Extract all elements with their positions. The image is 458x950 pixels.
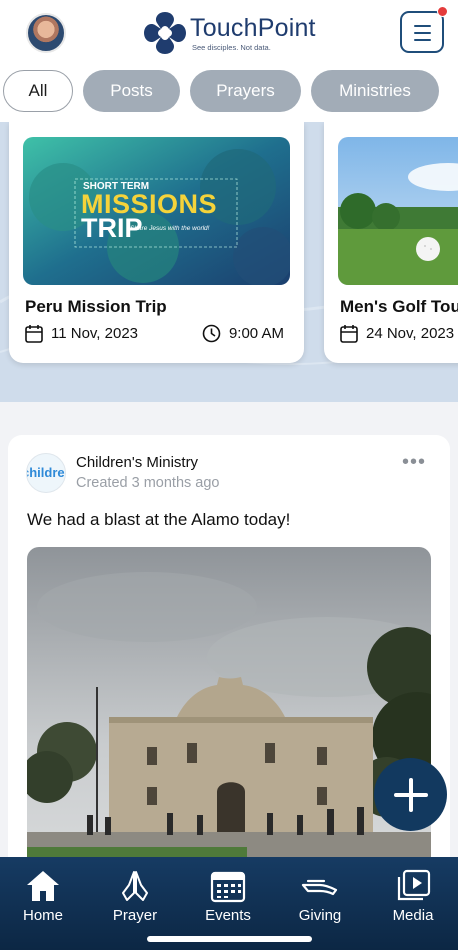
notification-dot: [437, 6, 448, 17]
brand-name: TouchPoint: [190, 14, 316, 42]
post-text: We had a blast at the Alamo today!: [27, 510, 291, 529]
tab-all-label: All: [28, 81, 48, 100]
event-banner-image: SHORT TERM MISSIONS TRIP Share Jesus wit…: [23, 137, 290, 285]
event-card[interactable]: Men's Golf Tou 24 Nov, 2023: [324, 122, 458, 363]
nav-media-label: Media: [392, 907, 434, 924]
nav-events[interactable]: Events: [183, 869, 273, 924]
media-play-icon: [397, 869, 431, 901]
app-header: TouchPoint See disciples. Not data.: [0, 0, 458, 66]
event-title: Peru Mission Trip: [25, 297, 167, 316]
event-card[interactable]: SHORT TERM MISSIONS TRIP Share Jesus wit…: [9, 122, 304, 363]
event-time-text: 9:00 AM: [228, 325, 284, 342]
calendar-icon: [340, 325, 358, 343]
event-title: Men's Golf Tou: [340, 297, 458, 316]
event-banner-image: [338, 137, 458, 285]
menu-line-icon: [414, 25, 431, 27]
tab-all[interactable]: All: [3, 70, 73, 112]
event-date-text: 11 Nov, 2023: [51, 325, 139, 342]
tab-posts[interactable]: Posts: [83, 70, 180, 112]
nav-prayer-label: Prayer: [112, 907, 158, 924]
post-photo[interactable]: [27, 547, 431, 875]
event-date: 24 Nov, 2023: [340, 324, 454, 343]
home-indicator: [147, 936, 312, 942]
tab-ministries-label: Ministries: [339, 81, 411, 100]
nav-home[interactable]: Home: [0, 869, 88, 924]
calendar-icon: [25, 325, 43, 343]
user-avatar[interactable]: [26, 13, 66, 53]
ministry-name[interactable]: Children's Ministry: [76, 454, 198, 471]
tab-prayers-label: Prayers: [216, 81, 275, 100]
event-time: 9:00 AM: [202, 324, 284, 343]
menu-line-icon: [414, 32, 431, 34]
plus-icon: [393, 777, 428, 812]
nav-events-label: Events: [205, 907, 251, 924]
home-icon: [27, 871, 59, 901]
event-date-text: 24 Nov, 2023: [366, 325, 455, 342]
touchpoint-logo: TouchPoint See disciples. Not data.: [142, 10, 322, 56]
nav-giving-label: Giving: [298, 907, 342, 924]
brand-tagline: See disciples. Not data.: [192, 43, 271, 52]
create-post-button[interactable]: [374, 758, 447, 831]
menu-line-icon: [414, 39, 431, 41]
events-carousel[interactable]: SHORT TERM MISSIONS TRIP Share Jesus wit…: [0, 122, 458, 402]
touchpoint-logo-mark-icon: [144, 12, 186, 54]
filter-tabs: All Posts Prayers Ministries: [0, 66, 458, 122]
event-date: 11 Nov, 2023: [25, 324, 138, 343]
giving-hand-icon: [301, 879, 338, 896]
more-options-button[interactable]: •••: [402, 452, 426, 472]
tab-ministries[interactable]: Ministries: [311, 70, 439, 112]
tab-prayers[interactable]: Prayers: [190, 70, 301, 112]
praying-hands-icon: [122, 871, 148, 901]
hamburger-menu-button[interactable]: [400, 11, 444, 53]
nav-prayer[interactable]: Prayer: [90, 869, 180, 924]
ministry-avatar[interactable]: childre: [26, 453, 66, 493]
ministry-logo-text: childre: [26, 465, 65, 480]
nav-media[interactable]: Media: [368, 869, 458, 924]
tab-posts-label: Posts: [110, 81, 153, 100]
calendar-icon: [210, 871, 246, 903]
banner-script: Share Jesus with the world!: [130, 225, 210, 232]
clock-icon: [202, 324, 221, 343]
nav-giving[interactable]: Giving: [275, 869, 365, 924]
post-timestamp: Created 3 months ago: [76, 475, 220, 491]
nav-home-label: Home: [22, 907, 63, 924]
